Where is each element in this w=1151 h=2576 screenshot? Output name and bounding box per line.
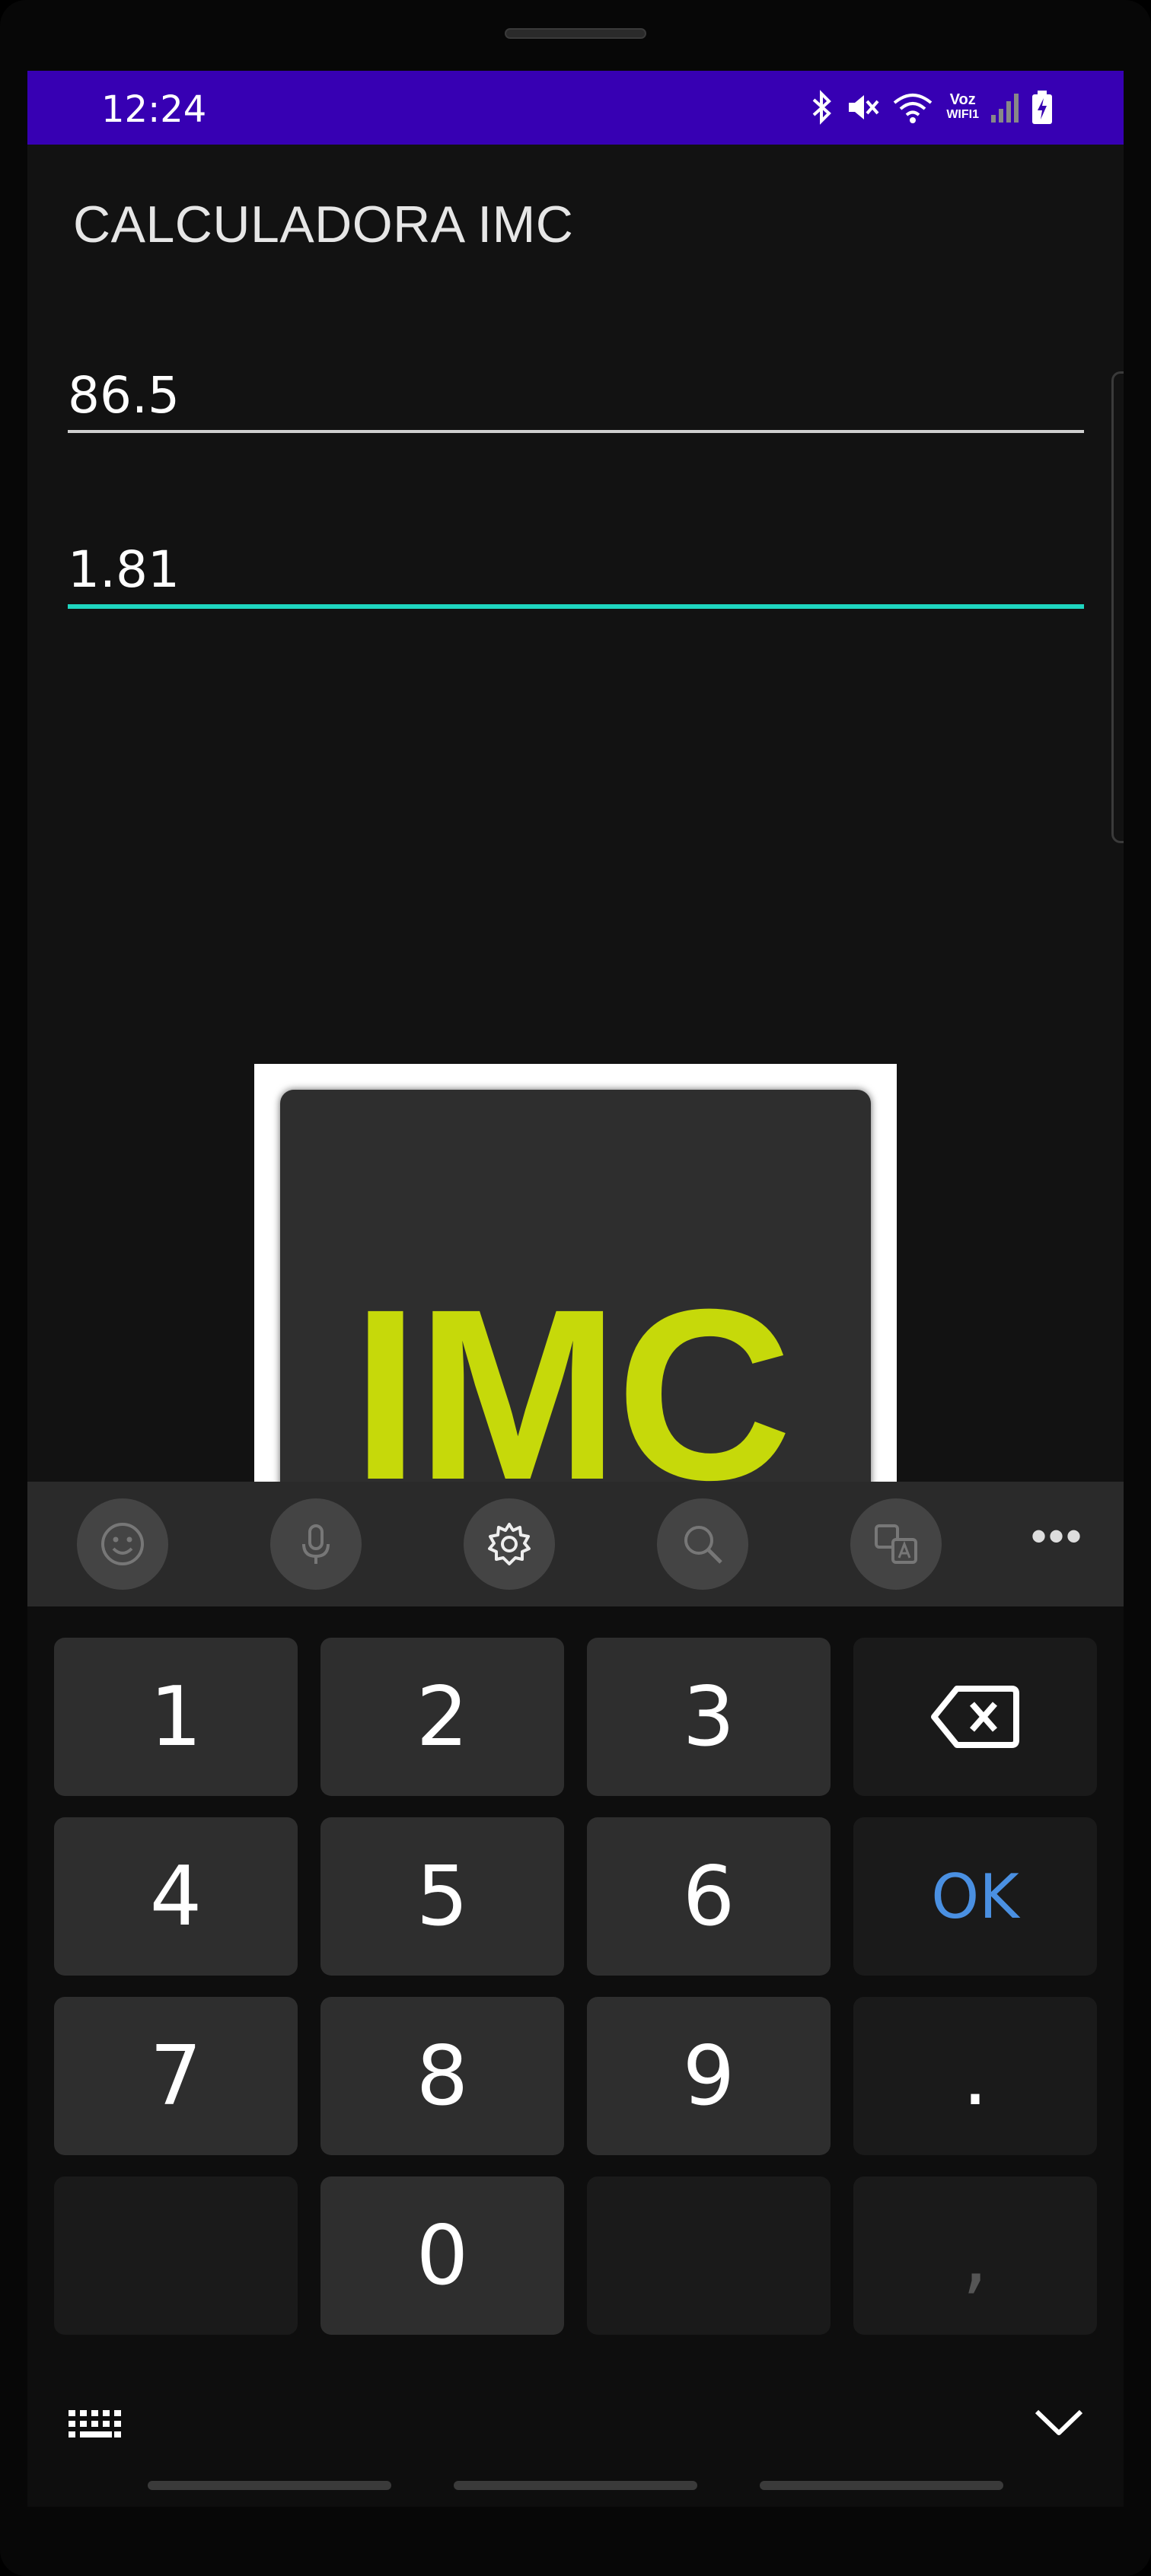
keyboard-settings-button[interactable]	[464, 1498, 555, 1590]
weight-value: 86.5	[68, 366, 180, 425]
empty-key-right	[587, 2176, 831, 2335]
weight-input[interactable]: 86.5	[68, 366, 1084, 442]
key-9[interactable]: 9	[587, 1997, 831, 2155]
height-input[interactable]: 1.81	[68, 540, 1084, 616]
height-underline-focused	[68, 604, 1084, 609]
mic-icon	[302, 1524, 330, 1564]
speaker-grille	[505, 28, 646, 39]
keyboard-switch-icon[interactable]	[67, 2407, 125, 2442]
key-7[interactable]: 7	[54, 1997, 298, 2155]
status-icons: Voz WIFI1	[808, 86, 1054, 129]
key-4[interactable]: 4	[54, 1817, 298, 1976]
more-options-button[interactable]: •••	[1031, 1514, 1083, 1559]
status-time: 12:24	[101, 88, 207, 131]
backspace-key[interactable]	[853, 1638, 1097, 1796]
key-5[interactable]: 5	[320, 1817, 564, 1976]
key-0[interactable]: 0	[320, 2176, 564, 2335]
screen: 12:24 Voz WIFI1 CALCULADORA IMC 86.5 1.8…	[27, 71, 1124, 2507]
translate-icon	[875, 1524, 917, 1564]
weight-underline	[68, 430, 1084, 433]
search-icon	[684, 1526, 722, 1564]
comma-key[interactable]: ,	[853, 2176, 1097, 2335]
app-title: CALCULADORA IMC	[73, 196, 574, 253]
backspace-icon	[931, 1686, 1019, 1748]
search-button[interactable]	[657, 1498, 748, 1590]
key-6[interactable]: 6	[587, 1817, 831, 1976]
imc-logo-image: IMC	[254, 1064, 897, 1490]
key-2[interactable]: 2	[320, 1638, 564, 1796]
numeric-keyboard: 1 2 3 4 5 6 OK 7 8 9 . 0 ,	[27, 1606, 1124, 2507]
key-1[interactable]: 1	[54, 1638, 298, 1796]
imc-logo-card: IMC	[280, 1090, 871, 1490]
hide-keyboard-icon[interactable]	[1032, 2406, 1086, 2441]
ok-key[interactable]: OK	[853, 1817, 1097, 1976]
nav-back-bar[interactable]	[760, 2481, 1003, 2490]
edge-panel-handle[interactable]	[1111, 371, 1124, 843]
voz-wifi-label: Voz WIFI1	[946, 92, 979, 123]
wifi-text: WIFI1	[946, 108, 979, 121]
signal-icon	[991, 94, 1019, 123]
emoji-icon	[101, 1523, 144, 1565]
height-value: 1.81	[68, 540, 180, 599]
imc-logo-text: IMC	[352, 1258, 792, 1490]
battery-icon	[1032, 91, 1052, 124]
status-bar: 12:24 Voz WIFI1	[27, 71, 1124, 145]
translate-button[interactable]	[850, 1498, 942, 1590]
nav-recents-bar[interactable]	[148, 2481, 391, 2490]
voz-text: Voz	[949, 91, 976, 108]
nav-home-bar[interactable]	[454, 2481, 697, 2490]
wifi-icon	[894, 94, 933, 123]
key-8[interactable]: 8	[320, 1997, 564, 2155]
mute-icon	[849, 95, 879, 119]
empty-key-left	[54, 2176, 298, 2335]
settings-icon	[488, 1523, 531, 1565]
voice-input-button[interactable]	[270, 1498, 362, 1590]
dot-key[interactable]: .	[853, 1997, 1097, 2155]
bluetooth-icon	[812, 90, 832, 125]
device-frame: 12:24 Voz WIFI1 CALCULADORA IMC 86.5 1.8…	[0, 0, 1151, 2576]
keyboard-toolbar: •••	[27, 1482, 1124, 1606]
key-3[interactable]: 3	[587, 1638, 831, 1796]
emoji-button[interactable]	[77, 1498, 168, 1590]
